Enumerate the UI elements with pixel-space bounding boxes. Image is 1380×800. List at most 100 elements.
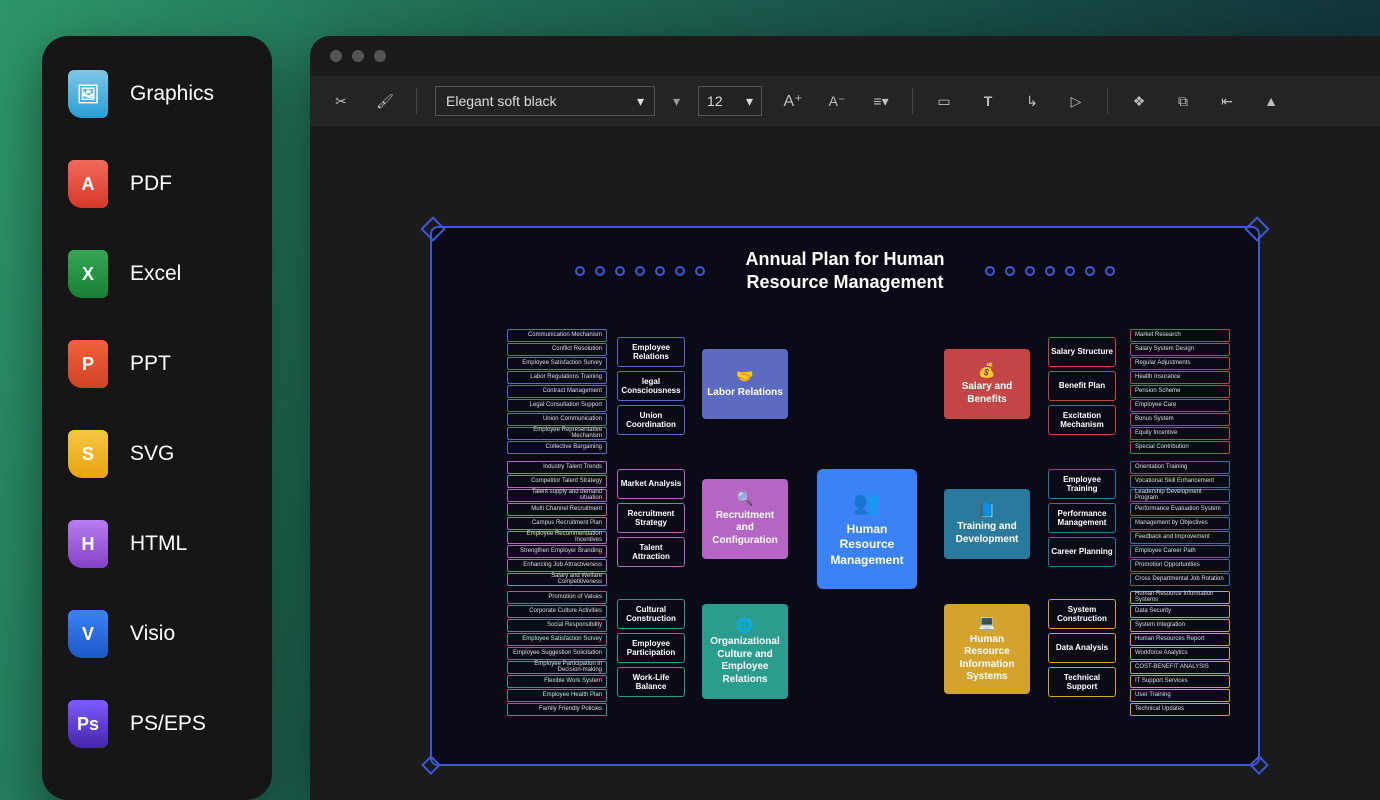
layers-icon[interactable]: ❖ [1126, 88, 1152, 114]
leaf-node[interactable]: Pension Scheme [1130, 385, 1230, 398]
format-painter-icon[interactable]: 🖌 [372, 88, 398, 114]
cat-recruitment[interactable]: 🔍Recruitment and Configuration [702, 479, 788, 559]
leaf-node[interactable]: Communication Mechanism [507, 329, 607, 342]
leaf-node[interactable]: Contract Management [507, 385, 607, 398]
flip-icon[interactable]: ▲ [1258, 88, 1284, 114]
align-left-icon[interactable]: ⇤ [1214, 88, 1240, 114]
leaf-node[interactable]: Employee Satisfaction Survey [507, 633, 607, 646]
leaf-node[interactable]: Data Security [1130, 605, 1230, 618]
leaf-node[interactable]: Employee Representative Mechanism [507, 427, 607, 440]
align-icon[interactable]: ≡▾ [868, 88, 894, 114]
leaf-node[interactable]: Employee Satisfaction Survey [507, 357, 607, 370]
cat-salary-benefits[interactable]: 💰Salary and Benefits [944, 349, 1030, 419]
sub-node[interactable]: Employee Training [1048, 469, 1116, 499]
leaf-node[interactable]: Orientation Training [1130, 461, 1230, 474]
leaf-node[interactable]: Labor Regulations Training [507, 371, 607, 384]
leaf-node[interactable]: Flexible Work System [507, 675, 607, 688]
export-ps[interactable]: PsPS/EPS [68, 700, 246, 748]
leaf-node[interactable]: Social Responsibility [507, 619, 607, 632]
leaf-node[interactable]: Legal Consultation Support [507, 399, 607, 412]
sub-node[interactable]: Talent Attraction [617, 537, 685, 567]
export-pdf[interactable]: APDF [68, 160, 246, 208]
window-minimize-icon[interactable] [352, 50, 364, 62]
sub-node[interactable]: Market Analysis [617, 469, 685, 499]
pointer-tool-icon[interactable]: ▷ [1063, 88, 1089, 114]
sub-node[interactable]: Employee Participation [617, 633, 685, 663]
sub-node[interactable]: Recruitment Strategy [617, 503, 685, 533]
diagram-canvas[interactable]: Annual Plan for Human Resource Managemen… [430, 226, 1260, 766]
window-maximize-icon[interactable] [374, 50, 386, 62]
sub-node[interactable]: Benefit Plan [1048, 371, 1116, 401]
leaf-node[interactable]: Employee Career Path [1130, 545, 1230, 558]
leaf-node[interactable]: Management by Objectives [1130, 517, 1230, 530]
sub-node[interactable]: Employee Relations [617, 337, 685, 367]
leaf-node[interactable]: Industry Talent Trends [507, 461, 607, 474]
leaf-node[interactable]: Salary and Welfare Competitiveness [507, 573, 607, 586]
leaf-node[interactable]: Human Resource Information Systems [1130, 591, 1230, 604]
export-html[interactable]: HHTML [68, 520, 246, 568]
sub-node[interactable]: Excitation Mechanism [1048, 405, 1116, 435]
sub-node[interactable]: Performance Management [1048, 503, 1116, 533]
sub-node[interactable]: Technical Support [1048, 667, 1116, 697]
increase-font-icon[interactable]: A⁺ [780, 88, 806, 114]
leaf-node[interactable]: Special Contribution [1130, 441, 1230, 454]
leaf-node[interactable]: Employee Participation in Decision-makin… [507, 661, 607, 674]
chevron-down-icon[interactable]: ▾ [673, 93, 680, 110]
leaf-node[interactable]: Feedback and Improvement [1130, 531, 1230, 544]
leaf-node[interactable]: Cross Departmental Job Rotation [1130, 573, 1230, 586]
leaf-node[interactable]: System Integration [1130, 619, 1230, 632]
leaf-node[interactable]: Regular Adjustments [1130, 357, 1230, 370]
leaf-node[interactable]: Competitor Talent Strategy [507, 475, 607, 488]
leaf-node[interactable]: Employee Care [1130, 399, 1230, 412]
cut-icon[interactable]: ✂ [328, 88, 354, 114]
leaf-node[interactable]: Union Communication [507, 413, 607, 426]
leaf-node[interactable]: Corporate Culture Activities [507, 605, 607, 618]
leaf-node[interactable]: IT Support Services [1130, 675, 1230, 688]
font-family-select[interactable]: Elegant soft black▾ [435, 86, 655, 116]
leaf-node[interactable]: Promotion of Values [507, 591, 607, 604]
export-graphics[interactable]: 🖼Graphics [68, 70, 246, 118]
leaf-node[interactable]: Equity Incentive [1130, 427, 1230, 440]
connector-tool-icon[interactable]: ↳ [1019, 88, 1045, 114]
export-ppt[interactable]: PPPT [68, 340, 246, 388]
leaf-node[interactable]: Talent supply and demand situation [507, 489, 607, 502]
leaf-node[interactable]: Bonus System [1130, 413, 1230, 426]
export-visio[interactable]: VVisio [68, 610, 246, 658]
leaf-node[interactable]: User Training [1130, 689, 1230, 702]
center-node[interactable]: 👥Human Resource Management [817, 469, 917, 589]
leaf-node[interactable]: COST-BENEFIT ANALYSIS [1130, 661, 1230, 674]
leaf-node[interactable]: Strengthen Employer Branding [507, 545, 607, 558]
leaf-node[interactable]: Performance Evaluation System [1130, 503, 1230, 516]
leaf-node[interactable]: Campus Recruitment Plan [507, 517, 607, 530]
window-close-icon[interactable] [330, 50, 342, 62]
sub-node[interactable]: System Construction [1048, 599, 1116, 629]
leaf-node[interactable]: Employee Recommendation Incentives [507, 531, 607, 544]
sub-node[interactable]: legal Consciousness [617, 371, 685, 401]
leaf-node[interactable]: Collective Bargaining [507, 441, 607, 454]
leaf-node[interactable]: Health Insurance [1130, 371, 1230, 384]
leaf-node[interactable]: Multi Channel Recruitment [507, 503, 607, 516]
cat-labor-relations[interactable]: 🤝Labor Relations [702, 349, 788, 419]
leaf-node[interactable]: Employee Health Plan [507, 689, 607, 702]
sub-node[interactable]: Data Analysis [1048, 633, 1116, 663]
export-svg[interactable]: SSVG [68, 430, 246, 478]
cat-org-culture[interactable]: 🌐Organizational Culture and Employee Rel… [702, 604, 788, 699]
sub-node[interactable]: Union Coordination [617, 405, 685, 435]
leaf-node[interactable]: Family Friendly Policies [507, 703, 607, 716]
leaf-node[interactable]: Workforce Analytics [1130, 647, 1230, 660]
sub-node[interactable]: Salary Structure [1048, 337, 1116, 367]
group-icon[interactable]: ⧉ [1170, 88, 1196, 114]
leaf-node[interactable]: Vocational Skill Enhancement [1130, 475, 1230, 488]
leaf-node[interactable]: Market Research [1130, 329, 1230, 342]
rectangle-tool-icon[interactable]: ▭ [931, 88, 957, 114]
leaf-node[interactable]: Enhancing Job Attractiveness [507, 559, 607, 572]
cat-hris[interactable]: 💻Human Resource Information Systems [944, 604, 1030, 694]
leaf-node[interactable]: Leadership Development Program [1130, 489, 1230, 502]
sub-node[interactable]: Career Planning [1048, 537, 1116, 567]
sub-node[interactable]: Work-Life Balance [617, 667, 685, 697]
leaf-node[interactable]: Technical Updates [1130, 703, 1230, 716]
leaf-node[interactable]: Promotion Opportunities [1130, 559, 1230, 572]
leaf-node[interactable]: Salary System Design [1130, 343, 1230, 356]
export-excel[interactable]: XExcel [68, 250, 246, 298]
font-size-select[interactable]: 12▾ [698, 86, 762, 116]
